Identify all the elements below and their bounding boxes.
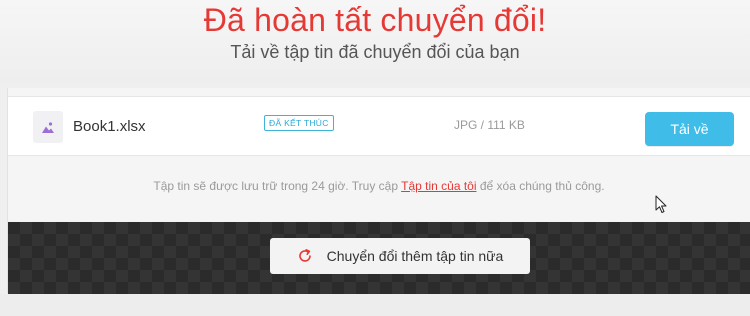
bottom-strip <box>0 294 750 316</box>
retention-text-after: để xóa chúng thủ công. <box>476 179 605 193</box>
convert-more-bar: Chuyển đổi thêm tập tin nữa <box>8 222 750 294</box>
file-name: Book1.xlsx <box>73 118 146 135</box>
header: Đã hoàn tất chuyển đổi! Tải về tập tin đ… <box>0 0 750 84</box>
file-row: Book1.xlsx ĐÃ KẾT THÚC JPG / 111 KB Tải … <box>8 96 750 156</box>
page-title: Đã hoàn tất chuyển đổi! <box>203 2 547 38</box>
convert-more-label: Chuyển đổi thêm tập tin nữa <box>326 248 504 264</box>
my-files-link[interactable]: Tập tin của tôi <box>401 179 476 193</box>
image-file-icon <box>33 111 63 143</box>
retention-text-before: Tập tin sẽ được lưu trữ trong 24 giờ. Tr… <box>153 179 402 193</box>
page-subtitle: Tải về tập tin đã chuyển đổi của bạn <box>230 42 520 62</box>
mouse-cursor-icon <box>655 195 669 215</box>
status-badge: ĐÃ KẾT THÚC <box>264 115 334 131</box>
download-button[interactable]: Tải về <box>645 112 734 146</box>
retention-notice: Tập tin sẽ được lưu trữ trong 24 giờ. Tr… <box>8 178 750 194</box>
refresh-icon <box>297 248 313 264</box>
file-meta: JPG / 111 KB <box>454 118 525 132</box>
convert-more-button[interactable]: Chuyển đổi thêm tập tin nữa <box>270 238 530 274</box>
